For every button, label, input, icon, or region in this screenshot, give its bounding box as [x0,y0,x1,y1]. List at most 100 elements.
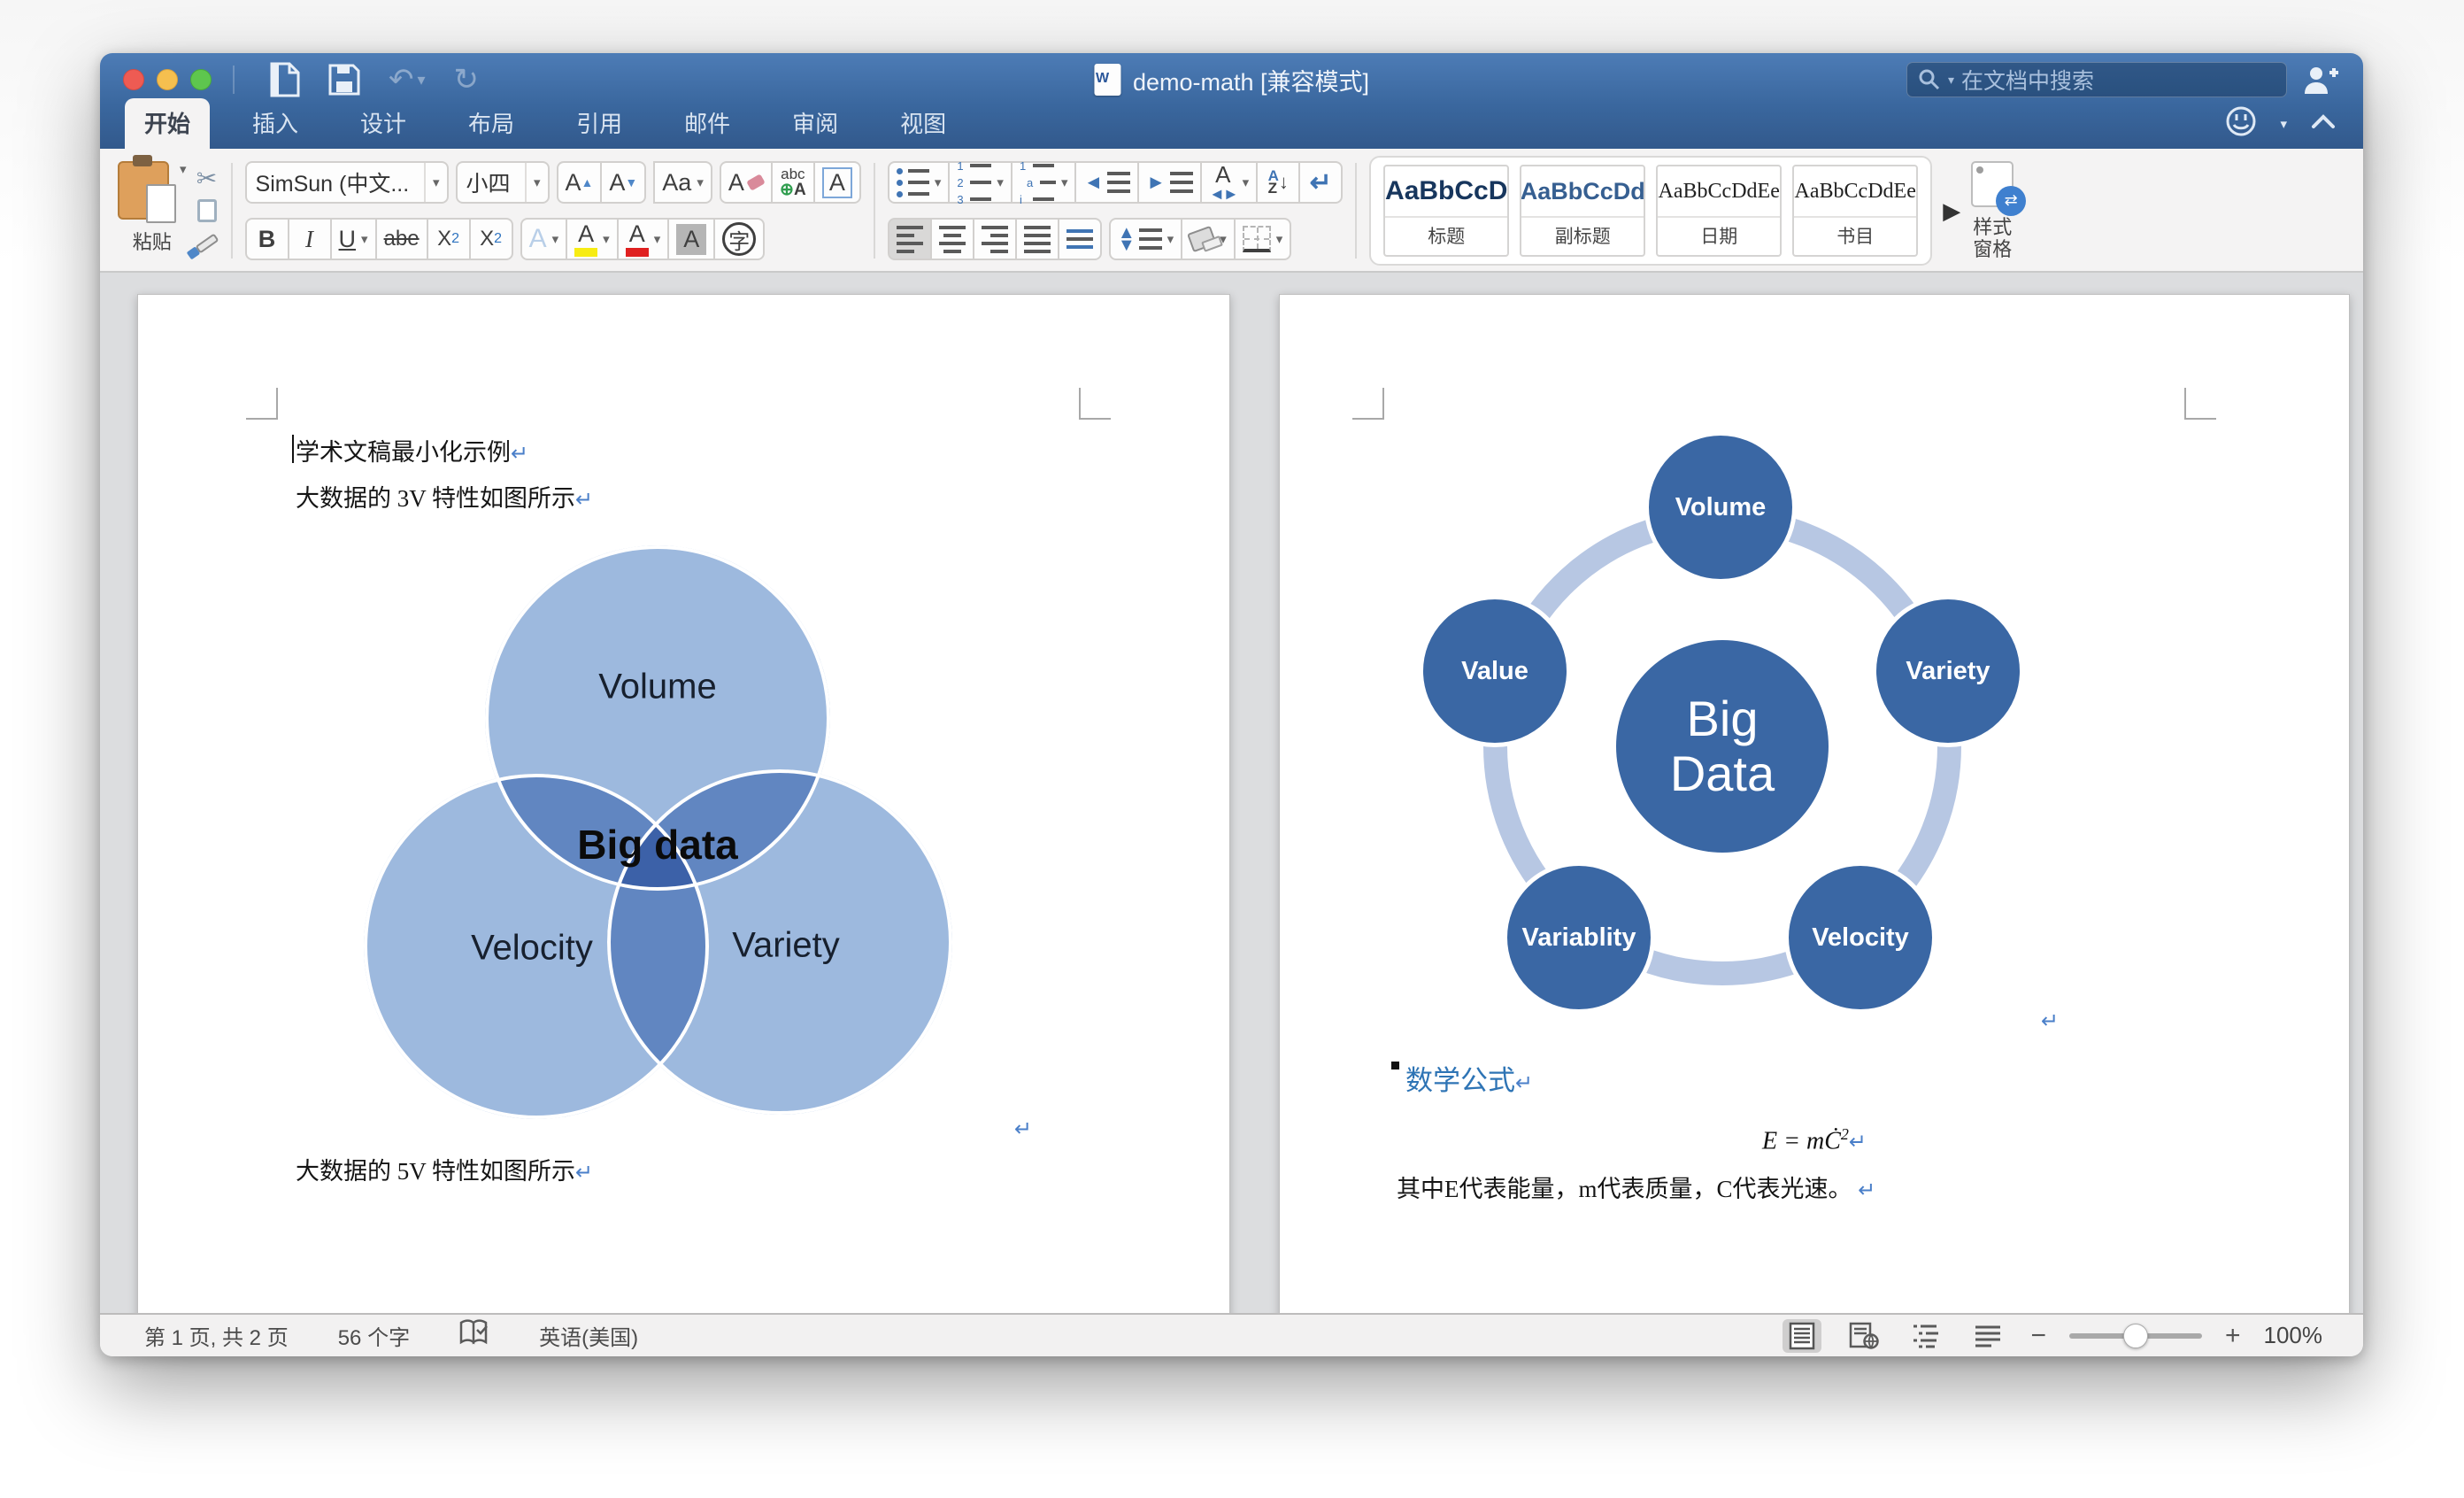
styles-more-arrow-icon[interactable]: ▶ [1943,197,1960,225]
clear-formatting-button[interactable]: A [720,161,773,204]
font-size-caret-icon[interactable]: ▾ [525,163,548,202]
format-painter-icon[interactable] [196,228,219,259]
underline-button[interactable]: U▾ [330,218,377,260]
doc-paragraph-5v[interactable]: 大数据的 5V 特性如图所示↵ [296,1152,593,1186]
tab-layout[interactable]: 布局 [449,98,534,149]
align-right-button[interactable] [973,218,1017,260]
page-indicator[interactable]: 第 1 页, 共 2 页 [144,1320,289,1351]
undo-caret-icon[interactable]: ▾ [418,71,426,89]
multilevel-list-caret-icon[interactable]: ▾ [1061,174,1068,190]
tab-references[interactable]: 引用 [557,98,642,149]
decrease-indent-button[interactable]: ◄ [1074,161,1139,204]
tab-insert[interactable]: 插入 [233,98,318,149]
character-shading-button[interactable]: A [667,218,715,260]
doc-title-line[interactable]: 学术文稿最小化示例↵ [296,433,528,467]
outline-view-button[interactable] [1906,1319,1945,1353]
style-pane-button[interactable]: ⇄ 样式窗格 [1971,161,2014,261]
sort-button[interactable]: AZ↓ [1256,161,1300,204]
multilevel-list-button[interactable]: 1ai ▾ [1011,161,1077,204]
tab-mailings[interactable]: 邮件 [665,98,750,149]
italic-button[interactable]: I [288,218,332,260]
zoom-window-button[interactable] [190,69,212,90]
tab-home[interactable]: 开始 [125,98,210,149]
zoom-slider[interactable] [2069,1333,2202,1339]
increase-indent-button[interactable]: ► [1137,161,1202,204]
paste-caret-icon[interactable]: ▾ [180,161,187,177]
bold-button[interactable]: B [245,218,289,260]
line-spacing-button[interactable]: ▲▼▾ [1109,218,1182,260]
doc-paragraph-3v[interactable]: 大数据的 3V 特性如图所示↵ [296,479,593,513]
print-layout-view-button[interactable] [1783,1319,1821,1353]
tab-view[interactable]: 视图 [881,98,966,149]
align-left-button[interactable] [888,218,932,260]
share-add-person-icon[interactable] [2303,66,2338,100]
zoom-in-button[interactable]: + [2225,1321,2241,1351]
phonetic-guide-button[interactable]: abc⊕A [771,161,815,204]
character-border-button[interactable]: A [813,161,861,204]
style-card-title[interactable]: AaBbCcD 标题 [1383,165,1509,257]
borders-caret-icon[interactable]: ▾ [1276,231,1283,247]
draft-view-button[interactable] [1968,1319,2007,1353]
save-icon[interactable] [328,64,360,96]
copy-icon[interactable] [196,196,219,226]
venn-diagram[interactable]: Volume Big data Velocity Variety [359,545,952,1121]
cut-icon[interactable]: ✂ [196,163,219,193]
numbered-list-button[interactable]: 123 ▾ [948,161,1013,204]
bullet-list-caret-icon[interactable]: ▾ [935,174,942,190]
grow-font-button[interactable]: A▲ [557,161,603,204]
web-layout-view-button[interactable] [1844,1319,1883,1353]
word-count[interactable]: 56 个字 [338,1320,410,1351]
bullet-list-button[interactable]: ▾ [888,161,951,204]
text-effects-button[interactable]: A▾ [520,218,568,260]
numbered-list-caret-icon[interactable]: ▾ [997,174,1004,190]
search-scope-caret-icon[interactable]: ▾ [1948,73,1954,88]
spellcheck-book-icon[interactable] [459,1319,489,1352]
font-name-caret-icon[interactable]: ▾ [424,163,447,202]
minimize-button[interactable] [157,69,178,90]
underline-caret-icon[interactable]: ▾ [361,231,368,247]
zoom-out-button[interactable]: − [2030,1321,2046,1351]
formula-explanation[interactable]: 其中E代表能量，m代表质量，C代表光速。 ↵ [1397,1170,1875,1204]
page-2[interactable]: Big Data Volume Value Variety Variablity… [1279,294,2350,1313]
highlight-caret-icon[interactable]: ▾ [603,231,610,247]
math-heading[interactable]: 数学公式↵ [1405,1058,1533,1098]
text-direction-button[interactable]: A◄►▾ [1200,161,1258,204]
font-color-button[interactable]: A▾ [617,218,670,260]
zoom-percentage[interactable]: 100% [2264,1322,2323,1349]
search-input[interactable]: ▾ 在文档中搜索 [1906,62,2287,97]
zoom-slider-knob[interactable] [2123,1324,2148,1348]
borders-button[interactable]: ▾ [1234,218,1292,260]
tab-review[interactable]: 审阅 [773,98,858,149]
language-indicator[interactable]: 英语(美国) [539,1320,638,1351]
line-spacing-caret-icon[interactable]: ▾ [1167,231,1174,247]
feedback-smiley-icon[interactable] [2225,105,2257,142]
style-card-subtitle[interactable]: AaBbCcDd 副标题 [1520,165,1645,257]
shading-button[interactable]: ▾ [1181,218,1236,260]
feedback-caret-icon[interactable]: ▾ [2280,116,2287,132]
font-color-caret-icon[interactable]: ▾ [654,231,661,247]
paste-button[interactable]: ▾ 粘贴 [118,161,187,264]
subscript-button[interactable]: X2 [427,218,471,260]
close-button[interactable] [123,69,144,90]
formula-line[interactable]: E = mĊ2↵ [1280,1125,2349,1155]
style-card-date[interactable]: AaBbCcDdEe 日期 [1656,165,1782,257]
show-formatting-marks-button[interactable]: ↵ [1298,161,1343,204]
font-name-combo[interactable]: SimSun (中文... ▾ [245,161,449,204]
new-document-icon[interactable] [270,62,300,97]
font-size-combo[interactable]: 小四 ▾ [456,161,550,204]
align-center-button[interactable] [930,218,974,260]
shrink-font-button[interactable]: A▼ [600,161,646,204]
style-card-bibliography[interactable]: AaBbCcDdEe 书目 [1792,165,1918,257]
redo-icon[interactable]: ↻ [454,62,480,97]
page-1[interactable]: 学术文稿最小化示例↵ 大数据的 3V 特性如图所示↵ Volume Big da… [137,294,1230,1313]
change-case-button[interactable]: Aa▾ [653,161,712,204]
undo-icon[interactable]: ↶▾ [389,62,426,97]
tab-design[interactable]: 设计 [341,98,426,149]
strikethrough-button[interactable]: abe [375,218,428,260]
superscript-button[interactable]: X2 [469,218,513,260]
justify-button[interactable] [1015,218,1059,260]
enclose-characters-button[interactable]: 字 [713,218,765,260]
distribute-text-button[interactable] [1058,218,1102,260]
collapse-ribbon-icon[interactable] [2310,112,2337,135]
highlight-button[interactable]: A▾ [566,218,619,260]
